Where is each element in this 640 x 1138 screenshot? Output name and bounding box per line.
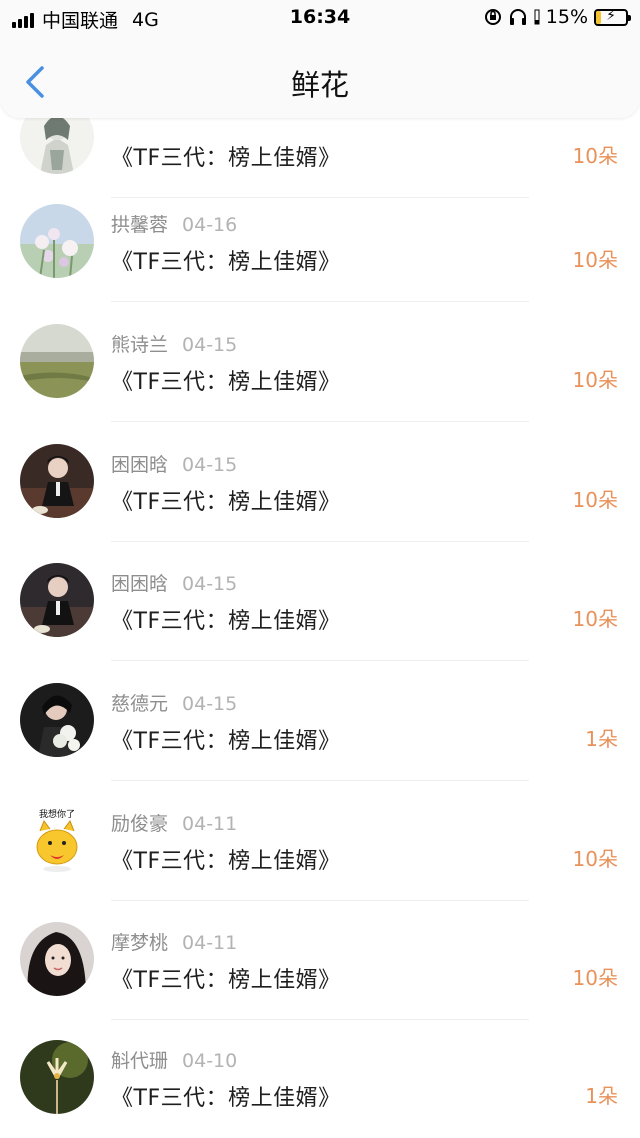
avatar[interactable]	[20, 204, 94, 278]
user-name[interactable]: 摩梦桃	[111, 932, 168, 954]
rotation-lock-icon	[484, 9, 501, 25]
book-title: 《TF三代：榜上佳婿》	[111, 609, 341, 634]
user-name[interactable]: 拱馨蓉	[111, 214, 168, 236]
item-date: 04-15	[182, 454, 238, 476]
flower-avatar-icon	[20, 1040, 94, 1114]
person-flowers-avatar-icon	[20, 683, 94, 757]
battery-percent: 15%	[545, 6, 588, 28]
status-bar: 中国联通 4G 16:34 15% ⚡	[0, 0, 640, 36]
flower-count: 1朵	[585, 727, 618, 751]
flower-count: 10朵	[572, 488, 618, 512]
avatar[interactable]	[20, 563, 94, 637]
user-name[interactable]: 慈德元	[111, 693, 168, 715]
item-meta: 困困晗 04-15	[111, 450, 237, 477]
list-item[interactable]: 困困晗 04-15 《TF三代：榜上佳婿》 10朵	[0, 422, 640, 542]
list-item[interactable]: 斛代珊 04-10 《TF三代：榜上佳婿》 1朵	[0, 1018, 640, 1138]
book-title: 《TF三代：榜上佳婿》	[111, 1086, 341, 1111]
avatar[interactable]	[20, 444, 94, 518]
flower-count: 10朵	[572, 248, 618, 272]
book-title: 《TF三代：榜上佳婿》	[111, 146, 341, 171]
user-name[interactable]: 斛代珊	[111, 1050, 168, 1072]
item-date: 04-15	[182, 334, 238, 356]
flower-count: 10朵	[572, 144, 618, 168]
list-item[interactable]: 慈德元 04-15 《TF三代：榜上佳婿》 1朵	[0, 661, 640, 781]
item-meta: 斛代珊 04-10	[111, 1046, 237, 1073]
cartoon-cat-avatar-icon: 我想你了	[20, 803, 94, 877]
avatar[interactable]	[20, 324, 94, 398]
flower-count: 1朵	[585, 1084, 618, 1108]
avatar[interactable]	[20, 922, 94, 996]
user-name[interactable]: 困困晗	[111, 573, 168, 595]
item-meta: 慈德元 04-15	[111, 689, 237, 716]
item-meta: 拱馨蓉 04-16	[111, 210, 237, 237]
avatar[interactable]	[20, 1040, 94, 1114]
item-date: 04-10	[182, 1050, 238, 1072]
user-name[interactable]: 励俊豪	[111, 813, 168, 835]
avatar[interactable]: 我想你了	[20, 803, 94, 877]
flower-count: 10朵	[572, 368, 618, 392]
list-item[interactable]: 熊诗兰 04-15 《TF三代：榜上佳婿》 10朵	[0, 302, 640, 422]
book-title: 《TF三代：榜上佳婿》	[111, 490, 341, 515]
list-item[interactable]: 摩梦桃 04-11 《TF三代：榜上佳婿》 10朵	[0, 900, 640, 1020]
list-item[interactable]: 困困晗 04-15 《TF三代：榜上佳婿》 10朵	[0, 541, 640, 661]
flower-list: 《TF三代：榜上佳婿》 10朵 拱馨蓉 04-16 《TF三代：榜上佳婿》 10朵	[0, 0, 640, 1138]
charging-bolt-icon: ⚡	[606, 7, 616, 24]
item-meta: 困困晗 04-15	[111, 569, 237, 596]
item-date: 04-15	[182, 693, 238, 715]
flower-count: 10朵	[572, 847, 618, 871]
person-avatar-icon	[20, 444, 94, 518]
flower-count: 10朵	[572, 607, 618, 631]
item-date: 04-15	[182, 573, 238, 595]
portrait-avatar-icon	[20, 922, 94, 996]
list-item[interactable]: 拱馨蓉 04-16 《TF三代：榜上佳婿》 10朵	[0, 182, 640, 302]
item-meta: 摩梦桃 04-11	[111, 928, 237, 955]
landscape-avatar-icon	[20, 324, 94, 398]
item-date: 04-11	[182, 932, 238, 954]
flower-count: 10朵	[572, 966, 618, 990]
item-date: 04-16	[182, 214, 238, 236]
user-name[interactable]: 困困晗	[111, 454, 168, 476]
item-date: 04-11	[182, 813, 238, 835]
list-item[interactable]: 我想你了 励俊豪 04-11 《TF三代：榜上佳婿》 10朵	[0, 781, 640, 901]
book-title: 《TF三代：榜上佳婿》	[111, 968, 341, 993]
battery-icon: ⚡	[594, 7, 631, 26]
item-meta: 熊诗兰 04-15	[111, 330, 237, 357]
battery-level-bar-icon	[534, 9, 540, 25]
page-title: 鲜花	[290, 68, 349, 102]
avatar[interactable]	[20, 683, 94, 757]
sticker-text: 我想你了	[39, 808, 75, 820]
book-title: 《TF三代：榜上佳婿》	[111, 729, 341, 754]
book-title: 《TF三代：榜上佳婿》	[111, 250, 341, 275]
headphones-icon	[509, 9, 526, 25]
user-name[interactable]: 熊诗兰	[111, 334, 168, 356]
item-meta: 励俊豪 04-11	[111, 809, 237, 836]
book-title: 《TF三代：榜上佳婿》	[111, 849, 341, 874]
book-title: 《TF三代：榜上佳婿》	[111, 370, 341, 395]
person-avatar-icon	[20, 563, 94, 637]
flowers-avatar-icon	[20, 204, 94, 278]
